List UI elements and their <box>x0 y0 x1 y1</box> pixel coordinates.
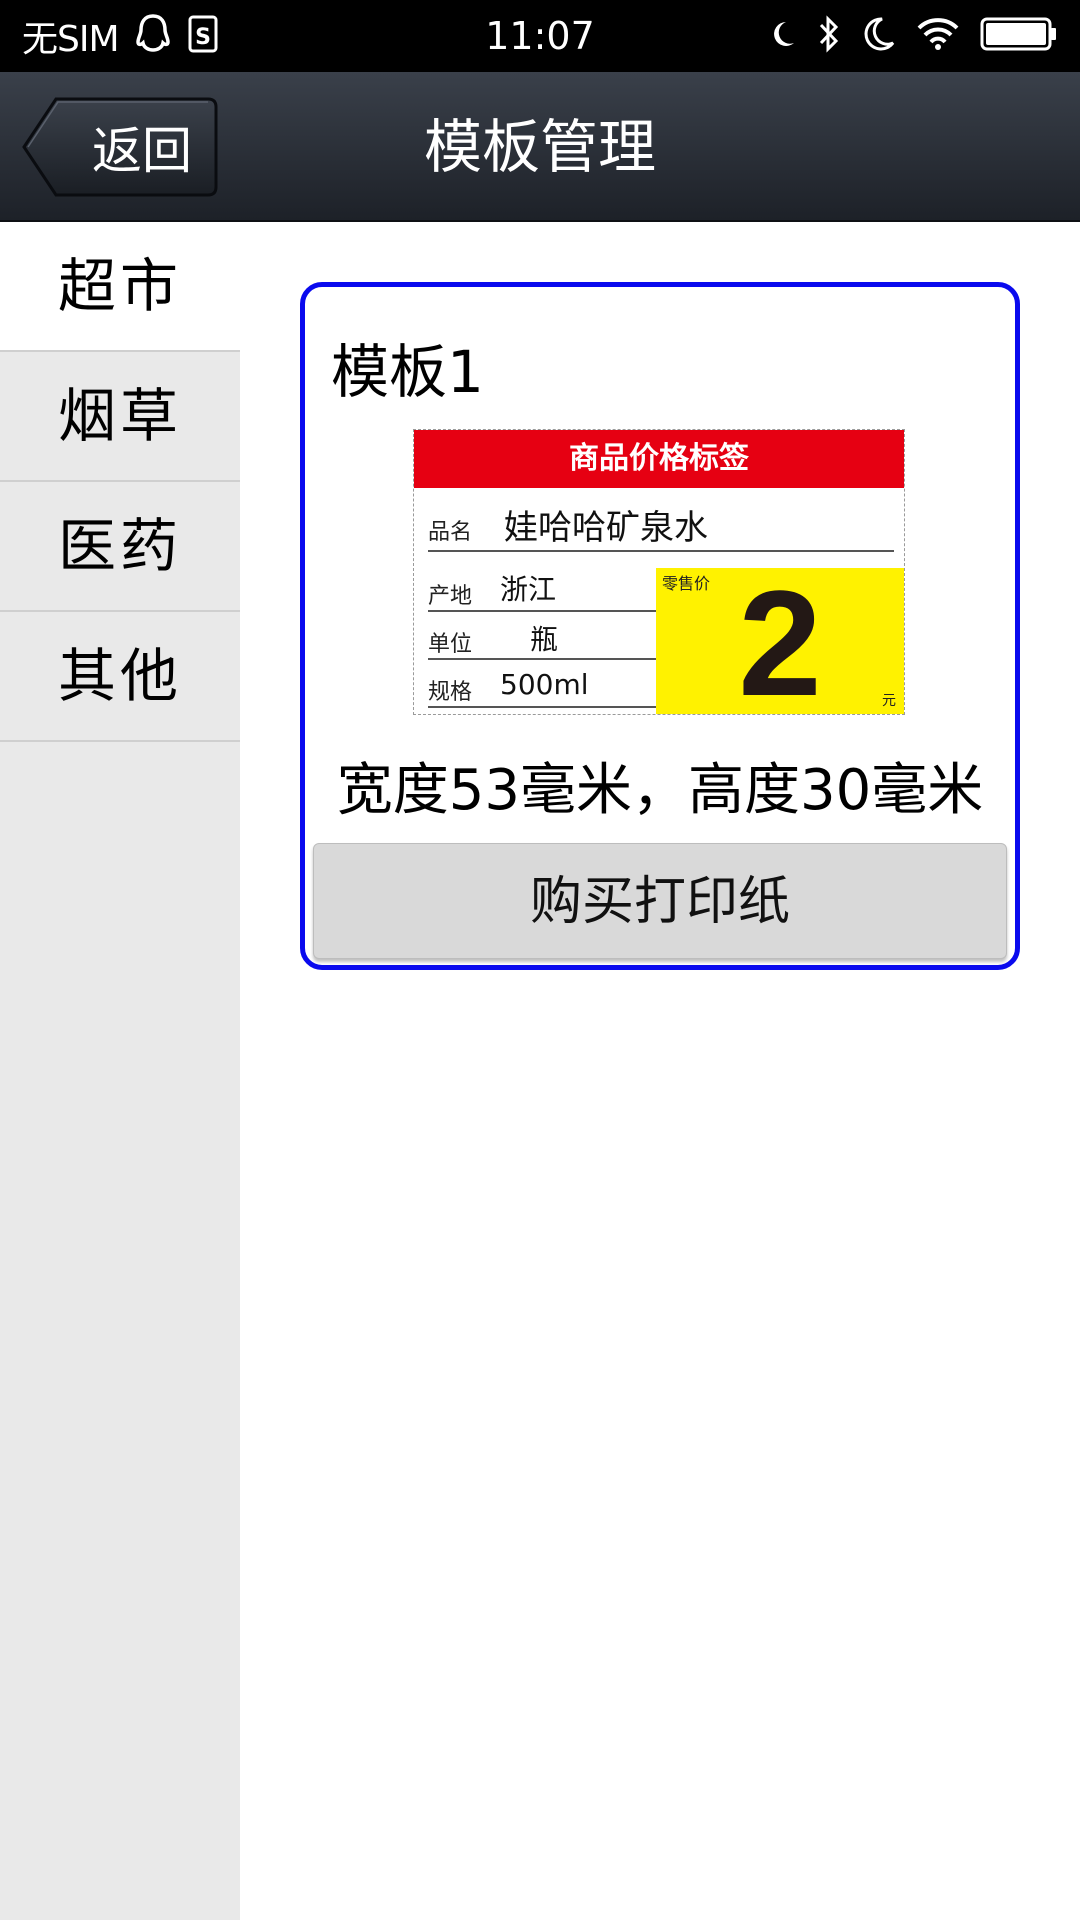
template-dimensions: 宽度53毫米，高度30毫米 <box>336 758 984 823</box>
sidebar-item-label: 烟草 <box>57 382 182 450</box>
sidebar-item-tobacco[interactable]: 烟草 <box>0 352 240 482</box>
moon-icon <box>770 19 796 53</box>
label-spec-key: 规格 <box>428 680 473 705</box>
category-sidebar: 超市 烟草 医药 其他 <box>0 222 240 1920</box>
back-button-label: 返回 <box>92 122 192 180</box>
battery-icon <box>980 17 1058 55</box>
price-tag: 零售价 <box>662 574 711 593</box>
sidebar-item-supermarket[interactable]: 超市 <box>0 222 240 352</box>
label-origin-value: 浙江 <box>500 573 557 606</box>
wifi-icon <box>916 17 960 55</box>
label-unit-key: 单位 <box>428 632 473 657</box>
label-spec-value: 500ml <box>500 668 589 701</box>
label-row-name: 品名 娃哈哈矿泉水 <box>428 488 894 552</box>
label-row-origin: 产地 浙江 <box>428 562 656 612</box>
label-name-key: 品名 <box>428 520 473 545</box>
status-right <box>770 0 1058 72</box>
label-preview: 商品价格标签 品名 娃哈哈矿泉水 产地 浙江 单位 瓶 规格 500ml 2 零… <box>413 429 905 718</box>
sidebar-item-medicine[interactable]: 医药 <box>0 482 240 612</box>
label-row-unit: 单位 瓶 <box>428 614 656 660</box>
nav-bar: 模板管理 返回 <box>0 72 1080 222</box>
back-button[interactable]: 返回 <box>22 96 218 198</box>
label-unit-value: 瓶 <box>530 623 559 656</box>
price-unit: 元 <box>882 693 896 709</box>
label-header: 商品价格标签 <box>414 430 904 488</box>
status-bar: 无SIM S 11:07 <box>0 0 1080 72</box>
template-card[interactable]: 模板1 商品价格标签 品名 娃哈哈矿泉水 产地 浙江 单位 瓶 规格 500ml… <box>300 282 1020 970</box>
do-not-disturb-icon <box>862 16 896 56</box>
template-title: 模板1 <box>331 338 484 406</box>
label-row-spec: 规格 500ml <box>428 662 656 708</box>
buy-paper-button[interactable]: 购买打印纸 <box>313 843 1007 959</box>
sidebar-item-label: 超市 <box>57 252 182 320</box>
sidebar-item-label: 其他 <box>57 642 182 710</box>
bluetooth-icon <box>816 14 842 58</box>
label-origin-key: 产地 <box>428 584 473 609</box>
price-box: 2 零售价 元 <box>656 568 904 718</box>
sidebar-item-label: 医药 <box>57 512 182 580</box>
sidebar-item-other[interactable]: 其他 <box>0 612 240 742</box>
label-name-value: 娃哈哈矿泉水 <box>504 508 708 548</box>
